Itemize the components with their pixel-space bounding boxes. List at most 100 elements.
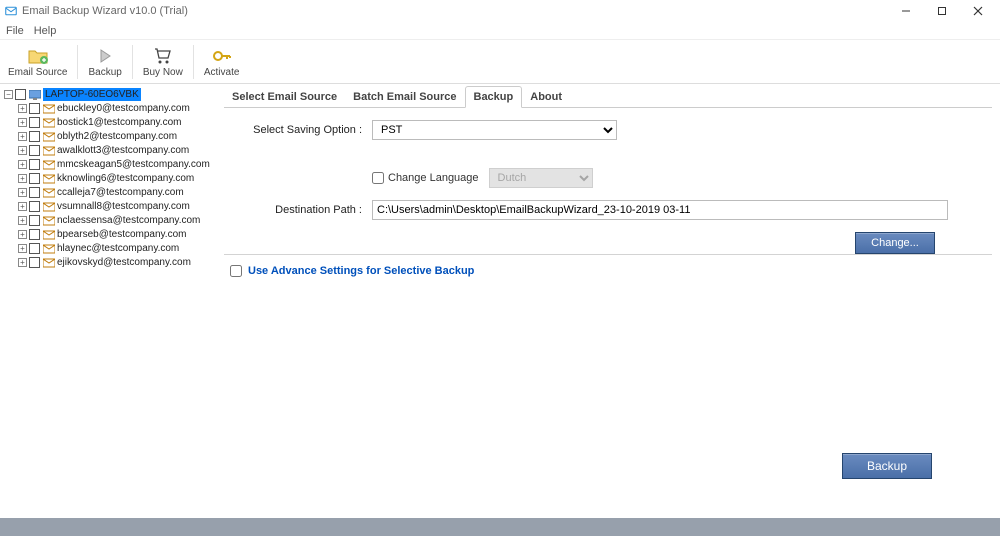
tree-item[interactable]: + mmcskeagan5@testcompany.com	[2, 158, 214, 171]
toolbar: Email Source Backup Buy Now Activate	[0, 40, 1000, 84]
tree-item-label: bpearseb@testcompany.com	[57, 228, 186, 241]
checkbox[interactable]	[29, 145, 40, 156]
saving-option-select[interactable]: PST	[372, 120, 617, 140]
mailbox-icon	[42, 229, 55, 240]
status-bar	[0, 518, 1000, 536]
checkbox[interactable]	[29, 201, 40, 212]
mailbox-icon	[42, 159, 55, 170]
mailbox-icon	[42, 257, 55, 268]
expand-icon[interactable]: +	[18, 188, 27, 197]
checkbox[interactable]	[29, 159, 40, 170]
mailbox-icon	[42, 215, 55, 226]
tree-item-label: nclaessensa@testcompany.com	[57, 214, 200, 227]
tree-item[interactable]: + oblyth2@testcompany.com	[2, 130, 214, 143]
checkbox[interactable]	[29, 131, 40, 142]
collapse-icon[interactable]: −	[4, 90, 13, 99]
expand-icon[interactable]: +	[18, 146, 27, 155]
checkbox[interactable]	[29, 103, 40, 114]
expand-icon[interactable]: +	[18, 230, 27, 239]
tabs: Select Email Source Batch Email Source B…	[224, 86, 992, 108]
advance-settings-label[interactable]: Use Advance Settings for Selective Backu…	[248, 265, 474, 277]
tree-item[interactable]: + ebuckley0@testcompany.com	[2, 102, 214, 115]
menu-file[interactable]: File	[6, 25, 24, 37]
mailbox-icon	[42, 173, 55, 184]
tree-item-label: kknowling6@testcompany.com	[57, 172, 194, 185]
play-icon	[97, 45, 113, 67]
tree-item-label: ejikovskyd@testcompany.com	[57, 256, 191, 269]
expand-icon[interactable]: +	[18, 160, 27, 169]
checkbox[interactable]	[29, 215, 40, 226]
advance-settings-checkbox[interactable]	[230, 265, 242, 277]
cart-icon	[153, 45, 173, 67]
toolbar-buy-now[interactable]: Buy Now	[135, 40, 191, 83]
expand-icon[interactable]: +	[18, 244, 27, 253]
maximize-button[interactable]	[924, 0, 960, 22]
menu-help[interactable]: Help	[34, 25, 57, 37]
expand-icon[interactable]: +	[18, 104, 27, 113]
folder-add-icon	[27, 45, 49, 67]
toolbar-email-source-label: Email Source	[8, 67, 67, 78]
expand-icon[interactable]: +	[18, 118, 27, 127]
mailbox-icon	[42, 187, 55, 198]
expand-icon[interactable]: +	[18, 258, 27, 267]
tree-item-label: awalklott3@testcompany.com	[57, 144, 189, 157]
tree-item[interactable]: + kknowling6@testcompany.com	[2, 172, 214, 185]
tree-item-label: oblyth2@testcompany.com	[57, 130, 177, 143]
app-icon	[4, 4, 18, 18]
sidebar-tree: − LAPTOP-60EO6VBK + ebuckley0@testcompany…	[0, 84, 216, 518]
destination-path-label: Destination Path :	[224, 204, 372, 216]
tab-about[interactable]: About	[522, 87, 570, 107]
tree-item-label: ebuckley0@testcompany.com	[57, 102, 190, 115]
menubar: File Help	[0, 22, 1000, 40]
checkbox[interactable]	[29, 257, 40, 268]
expand-icon[interactable]: +	[18, 216, 27, 225]
change-button[interactable]: Change...	[855, 232, 935, 254]
tree-item[interactable]: + hlaynec@testcompany.com	[2, 242, 214, 255]
tree-item-label: bostick1@testcompany.com	[57, 116, 181, 129]
mailbox-icon	[42, 243, 55, 254]
checkbox[interactable]	[29, 173, 40, 184]
change-language-checkbox[interactable]	[372, 172, 384, 184]
expand-icon[interactable]: +	[18, 132, 27, 141]
checkbox[interactable]	[29, 243, 40, 254]
tree-item[interactable]: + ejikovskyd@testcompany.com	[2, 256, 214, 269]
expand-icon[interactable]: +	[18, 202, 27, 211]
toolbar-activate[interactable]: Activate	[196, 40, 248, 83]
tree-item-label: mmcskeagan5@testcompany.com	[57, 158, 210, 171]
tree-item[interactable]: + ccalleja7@testcompany.com	[2, 186, 214, 199]
toolbar-buy-now-label: Buy Now	[143, 67, 183, 78]
close-button[interactable]	[960, 0, 996, 22]
checkbox[interactable]	[29, 229, 40, 240]
tree-root-label: LAPTOP-60EO6VBK	[43, 88, 141, 101]
checkbox[interactable]	[29, 117, 40, 128]
tree-item-label: ccalleja7@testcompany.com	[57, 186, 184, 199]
toolbar-email-source[interactable]: Email Source	[0, 40, 75, 83]
desktop-icon	[28, 89, 41, 100]
checkbox[interactable]	[29, 187, 40, 198]
mailbox-icon	[42, 145, 55, 156]
destination-path-input[interactable]	[372, 200, 948, 220]
checkbox[interactable]	[15, 89, 26, 100]
tab-backup[interactable]: Backup	[465, 86, 523, 108]
mailbox-icon	[42, 201, 55, 212]
tree-item[interactable]: + awalklott3@testcompany.com	[2, 144, 214, 157]
saving-option-label: Select Saving Option :	[224, 124, 372, 136]
expand-icon[interactable]: +	[18, 174, 27, 183]
tree-item[interactable]: + vsumnall8@testcompany.com	[2, 200, 214, 213]
mailbox-icon	[42, 117, 55, 128]
tree-item[interactable]: + bpearseb@testcompany.com	[2, 228, 214, 241]
toolbar-backup-label: Backup	[88, 67, 121, 78]
toolbar-backup[interactable]: Backup	[80, 40, 129, 83]
tab-select-email-source[interactable]: Select Email Source	[224, 87, 345, 107]
backup-button[interactable]: Backup	[842, 453, 932, 479]
tree-item-label: vsumnall8@testcompany.com	[57, 200, 190, 213]
language-select[interactable]: Dutch	[489, 168, 593, 188]
change-language-label: Change Language	[388, 172, 479, 184]
tree-item-label: hlaynec@testcompany.com	[57, 242, 179, 255]
tree-item[interactable]: + nclaessensa@testcompany.com	[2, 214, 214, 227]
tree-root[interactable]: − LAPTOP-60EO6VBK	[2, 88, 214, 101]
minimize-button[interactable]	[888, 0, 924, 22]
tab-batch-email-source[interactable]: Batch Email Source	[345, 87, 464, 107]
toolbar-activate-label: Activate	[204, 67, 240, 78]
tree-item[interactable]: + bostick1@testcompany.com	[2, 116, 214, 129]
